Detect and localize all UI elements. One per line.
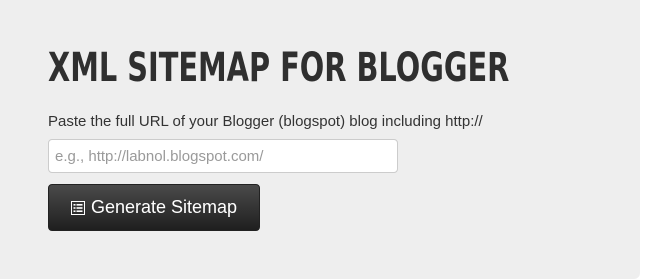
url-instructions: Paste the full URL of your Blogger (blog… xyxy=(48,113,483,130)
blog-url-input[interactable] xyxy=(48,139,398,173)
generate-sitemap-button[interactable]: Generate Sitemap xyxy=(48,184,260,231)
sitemap-panel: XML SITEMAP FOR BLOGGER Paste the full U… xyxy=(0,0,640,279)
page-title: XML SITEMAP FOR BLOGGER xyxy=(48,45,510,91)
list-icon xyxy=(70,200,85,215)
generate-sitemap-label: Generate Sitemap xyxy=(90,197,238,217)
